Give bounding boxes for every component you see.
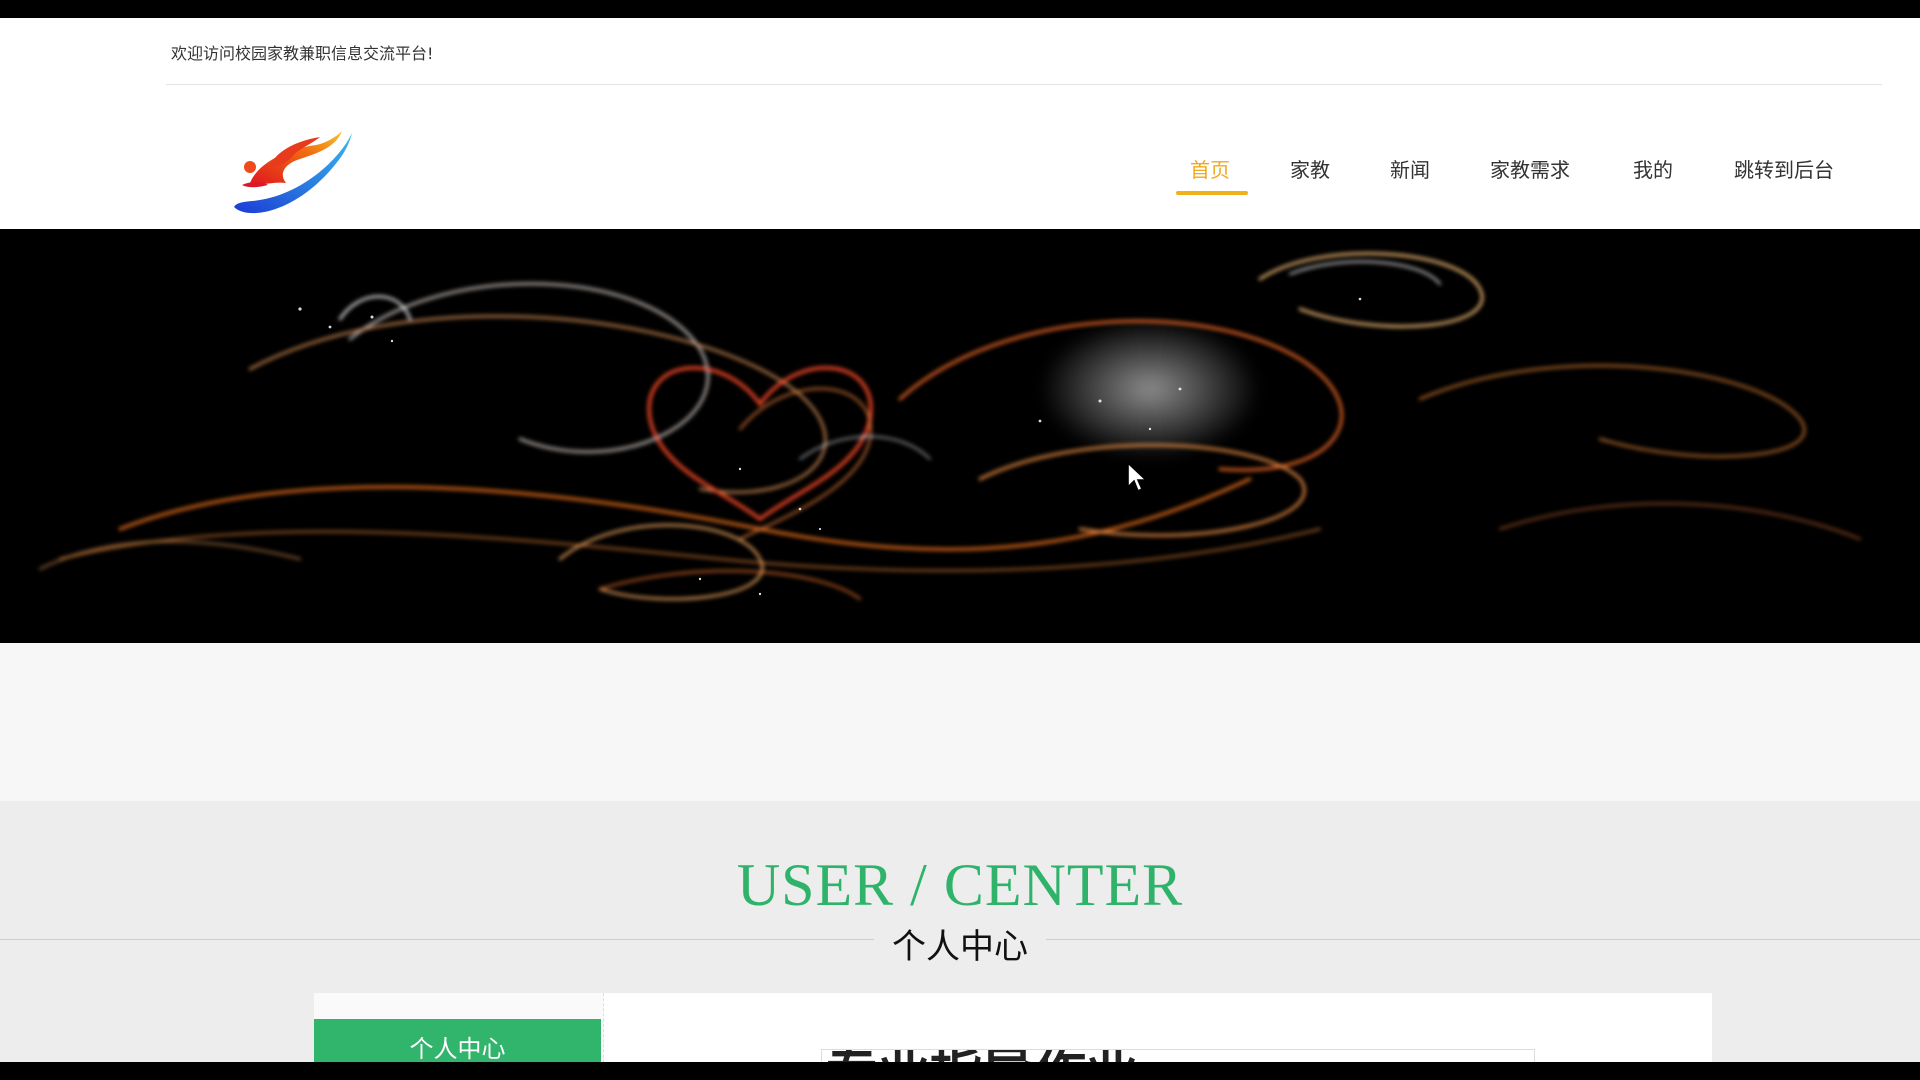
page: 欢迎访问校园家教兼职信息交流平台! 首页 家教 新闻 家教需求 我的 跳转到后台…	[0, 18, 1920, 1062]
main-nav: 首页 家教 新闻 家教需求 我的 跳转到后台	[0, 85, 1920, 247]
section-title-cn: 个人中心	[874, 919, 1046, 968]
mouse-pointer-icon	[1126, 461, 1149, 495]
user-center-panel: 个人中心 账户 专业指导作业	[314, 993, 1712, 1062]
account-label: 账户	[759, 1058, 799, 1062]
banner-image	[0, 229, 1920, 643]
nav-news[interactable]: 新闻	[1390, 154, 1430, 183]
welcome-text: 欢迎访问校园家教兼职信息交流平台!	[171, 44, 434, 63]
spacer-area	[0, 643, 1920, 801]
nav-active-underline	[1176, 191, 1248, 195]
sidebar-item-user-center[interactable]: 个人中心	[314, 1019, 601, 1062]
nav-go-backend[interactable]: 跳转到后台	[1734, 154, 1834, 183]
nav-tutoring[interactable]: 家教	[1290, 154, 1330, 183]
nav-home[interactable]: 首页	[1190, 154, 1230, 183]
site-header: 首页 家教 新闻 家教需求 我的 跳转到后台	[0, 85, 1920, 247]
top-bar: 欢迎访问校园家教兼职信息交流平台!	[0, 18, 1920, 85]
section-title-en: USER / CENTER	[736, 852, 1184, 918]
nav-tutoring-demand[interactable]: 家教需求	[1490, 154, 1570, 183]
sidebar: 个人中心	[314, 993, 604, 1062]
nav-mine[interactable]: 我的	[1633, 154, 1673, 183]
user-center-section: USER / CENTER 个人中心 个人中心 账户 专业指导作业	[0, 801, 1920, 1062]
account-field[interactable]: 专业指导作业	[821, 1049, 1535, 1062]
